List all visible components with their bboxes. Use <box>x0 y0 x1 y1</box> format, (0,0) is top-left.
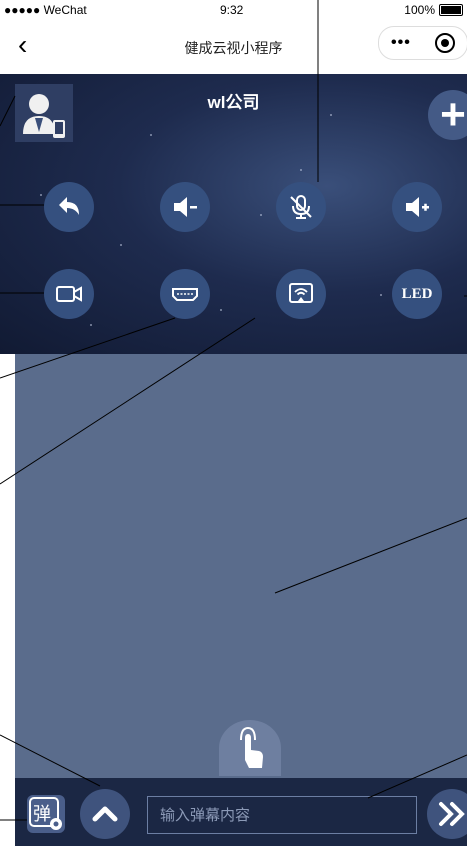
danmu-input[interactable] <box>148 797 416 833</box>
hdmi-icon <box>172 288 198 301</box>
double-chevron-right-icon[interactable] <box>427 789 467 839</box>
screen-cast-icon <box>289 283 313 303</box>
plus-icon[interactable]: + <box>428 90 467 140</box>
undo-arrow-icon <box>59 197 79 215</box>
chevron-up-icon[interactable] <box>80 789 130 839</box>
volume-down-icon <box>174 197 197 217</box>
led-button[interactable]: LED <box>392 269 442 319</box>
battery-indicator: 100% <box>404 3 463 17</box>
mic-mute-button[interactable] <box>276 182 326 232</box>
miniprogram-capsule: ••• <box>378 26 467 60</box>
control-panel: wl公司 + LED <box>0 74 467 354</box>
mic-off-icon <box>290 195 312 219</box>
video-camera-icon <box>56 286 82 302</box>
led-label: LED <box>401 285 433 302</box>
volume-up-icon <box>406 197 429 217</box>
danmu-input-box <box>147 796 417 834</box>
danmu-char: 弹 <box>33 804 51 825</box>
company-name: wl公司 <box>207 93 260 112</box>
volume-down-button[interactable] <box>160 182 210 232</box>
battery-percent: 100% <box>404 3 435 17</box>
screen-cast-button[interactable] <box>276 269 326 319</box>
status-bar: ●●●●● WeChat 9:32 100% <box>0 0 467 20</box>
more-dots-icon[interactable]: ••• <box>391 34 411 52</box>
camera-button[interactable] <box>44 269 94 319</box>
touch-canvas[interactable] <box>15 354 467 778</box>
hdmi-button[interactable] <box>160 269 210 319</box>
volume-up-button[interactable] <box>392 182 442 232</box>
record-circle-icon[interactable] <box>434 33 455 53</box>
danmu-settings-icon[interactable]: 弹 <box>27 795 65 833</box>
carrier-label: ●●●●● WeChat <box>4 3 87 17</box>
battery-icon <box>439 4 463 16</box>
clock: 9:32 <box>220 3 244 17</box>
undo-button[interactable] <box>44 182 94 232</box>
nav-bar: ‹ 健成云视小程序 ••• <box>0 20 467 74</box>
touch-hand-icon[interactable] <box>219 720 281 776</box>
